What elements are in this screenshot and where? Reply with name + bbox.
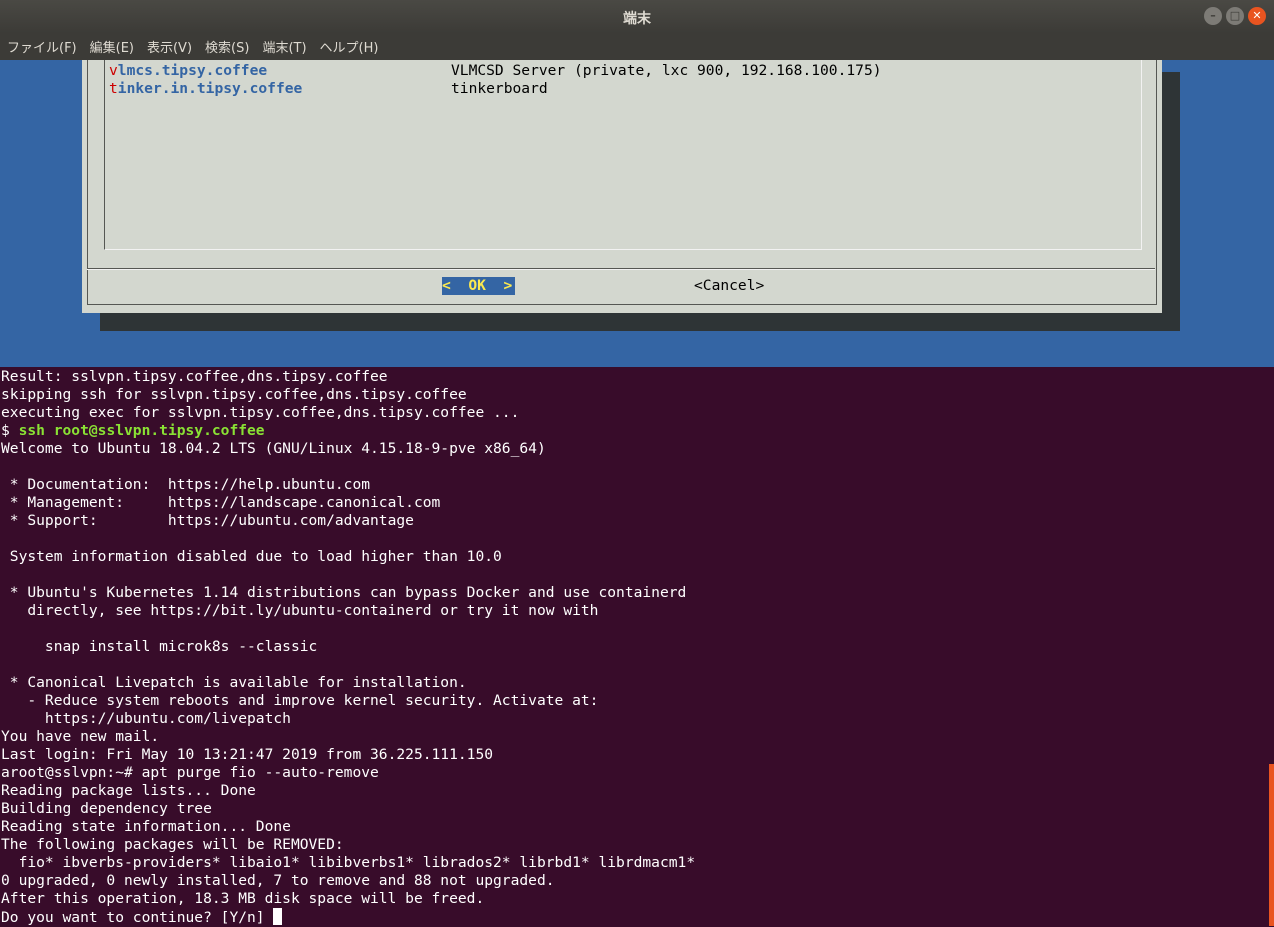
menu-search[interactable]: 検索(S)	[198, 37, 255, 56]
output-line: * Ubuntu's Kubernetes 1.14 distributions…	[1, 584, 687, 601]
output-line: Last login: Fri May 10 13:21:47 2019 fro…	[1, 746, 494, 763]
window-controls: – □ ✕	[1204, 7, 1266, 25]
hotkey: v	[109, 62, 118, 79]
cancel-button[interactable]: <Cancel>	[694, 277, 764, 295]
scrollbar-thumb[interactable]	[1269, 764, 1274, 926]
terminal-area[interactable]: vlmcs.tipsy.coffee VLMCSD Server (private…	[0, 60, 1274, 926]
continue-prompt: Do you want to continue? [Y/n]	[1, 909, 274, 926]
menu-help[interactable]: ヘルプ(H)	[313, 37, 385, 56]
list-item[interactable]: vlmcs.tipsy.coffee VLMCSD Server (private…	[109, 62, 882, 80]
text-cursor	[273, 908, 283, 925]
output-line: System information disabled due to load …	[1, 548, 502, 565]
menu-file[interactable]: ファイル(F)	[0, 37, 83, 56]
output-line: aroot@sslvpn:~# apt purge fio --auto-rem…	[1, 764, 379, 781]
minimize-icon[interactable]: –	[1204, 7, 1222, 25]
dialog-separator	[87, 268, 1155, 270]
ssh-command: ssh root@sslvpn.tipsy.coffee	[18, 422, 265, 439]
output-line: * Support: https://ubuntu.com/advantage	[1, 512, 414, 529]
host-name: lmcs.tipsy.coffee	[117, 62, 268, 79]
terminal-output: Result: sslvpn.tipsy.coffee,dns.tipsy.co…	[1, 368, 695, 926]
close-icon[interactable]: ✕	[1248, 7, 1266, 25]
output-line: skipping ssh for sslvpn.tipsy.coffee,dns…	[1, 386, 467, 403]
host-name: inker.in.tipsy.coffee	[117, 80, 303, 97]
host-description: VLMCSD Server (private, lxc 900, 192.168…	[451, 62, 882, 79]
list-item[interactable]: tinker.in.tipsy.coffee tinkerboard	[109, 80, 548, 98]
output-line: The following packages will be REMOVED:	[1, 836, 344, 853]
output-line: * Canonical Livepatch is available for i…	[1, 674, 467, 691]
hotkey: t	[109, 80, 118, 97]
output-line: executing exec for sslvpn.tipsy.coffee,d…	[1, 404, 520, 421]
input-line[interactable]: Do you want to continue? [Y/n]	[1, 908, 695, 926]
window-title: 端末	[623, 11, 651, 27]
output-line: * Documentation: https://help.ubuntu.com	[1, 476, 371, 493]
output-line: Reading package lists... Done	[1, 782, 256, 799]
menu-edit[interactable]: 編集(E)	[83, 37, 140, 56]
output-line: * Management: https://landscape.canonica…	[1, 494, 441, 511]
output-line: snap install microk8s --classic	[1, 638, 318, 655]
output-line: fio* ibverbs-providers* libaio1* libibve…	[1, 854, 696, 871]
output-line: directly, see https://bit.ly/ubuntu-cont…	[1, 602, 599, 619]
menu-bar: ファイル(F) 編集(E) 表示(V) 検索(S) 端末(T) ヘルプ(H)	[0, 33, 1274, 60]
select-dialog: vlmcs.tipsy.coffee VLMCSD Server (private…	[82, 60, 1162, 313]
output-line: https://ubuntu.com/livepatch	[1, 710, 291, 727]
output-line: - Reduce system reboots and improve kern…	[1, 692, 599, 709]
output-line: Building dependency tree	[1, 800, 212, 817]
output-line: Reading state information... Done	[1, 818, 291, 835]
ssh-command-line: $ ssh root@sslvpn.tipsy.coffee	[1, 422, 695, 440]
output-line: Welcome to Ubuntu 18.04.2 LTS (GNU/Linux…	[1, 440, 546, 457]
host-description: tinkerboard	[451, 80, 548, 97]
output-line: You have new mail.	[1, 728, 160, 745]
title-bar: 端末 – □ ✕	[0, 0, 1274, 33]
menu-terminal[interactable]: 端末(T)	[255, 37, 312, 56]
ok-button[interactable]: < OK >	[442, 277, 515, 295]
output-line: After this operation, 18.3 MB disk space…	[1, 890, 485, 907]
maximize-icon[interactable]: □	[1226, 7, 1244, 25]
dialog-backdrop: vlmcs.tipsy.coffee VLMCSD Server (private…	[0, 60, 1274, 367]
output-line: 0 upgraded, 0 newly installed, 7 to remo…	[1, 872, 555, 889]
menu-view[interactable]: 表示(V)	[140, 37, 198, 56]
output-line: Result: sslvpn.tipsy.coffee,dns.tipsy.co…	[1, 368, 388, 385]
shell-prompt: $	[1, 422, 19, 439]
